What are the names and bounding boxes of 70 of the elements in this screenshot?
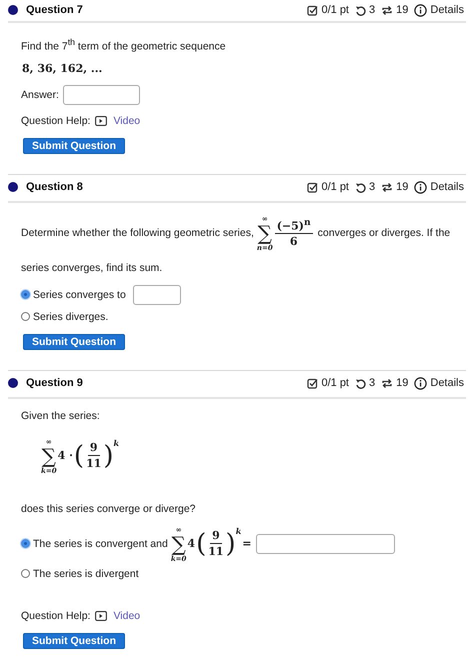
score-text: 0/1 pt [321, 377, 349, 389]
checkbox-check-icon [307, 378, 318, 388]
question-text: Determine whether the following geometric series, [21, 226, 254, 240]
attempts-count: 19 [396, 377, 408, 389]
parenthesis: ) [226, 530, 236, 556]
question-text: series converges, find its sum. [21, 260, 162, 274]
details-link[interactable]: Details [430, 4, 464, 16]
undo-icon [355, 4, 366, 16]
answer-field[interactable] [62, 84, 140, 104]
status-dot-icon [8, 182, 18, 192]
status-dot-icon [8, 378, 18, 388]
option-label[interactable]: Series converges to [33, 288, 126, 300]
option-label[interactable]: Series diverges. [33, 310, 108, 322]
question-text: Find the 7$^{th}$ term of the geometric sequence [21, 36, 226, 54]
math-expression: = [241, 537, 252, 550]
retries-count: 3 [369, 181, 376, 193]
repeat-icon [381, 378, 394, 388]
help-label: Question Help: [21, 610, 90, 622]
radio-button[interactable] [21, 569, 30, 578]
question-text: does this series converge or diverge? [21, 502, 196, 516]
parenthesis: ( [196, 530, 206, 556]
repeat-icon [381, 4, 394, 16]
status-dot-icon [8, 5, 18, 15]
score-text: 0/1 pt [321, 181, 349, 193]
fraction: 9 11 [86, 441, 102, 470]
attempts-count: 19 [396, 181, 408, 193]
option-label[interactable]: The series is convergent and [33, 538, 168, 550]
fraction: 9 11 [208, 529, 224, 558]
play-icon [95, 116, 108, 126]
math-expression: 4 · [56, 449, 74, 462]
question-title: Question 9 [26, 377, 83, 389]
info-icon [414, 376, 428, 390]
undo-icon [355, 378, 366, 388]
video-link[interactable]: Video [113, 114, 140, 126]
answer-label: Answer: [21, 88, 59, 100]
math-expression: 8, 36, 162, ... [21, 62, 104, 74]
details-link[interactable]: Details [430, 377, 464, 389]
radio-button[interactable] [21, 312, 30, 321]
radio-button[interactable] [21, 539, 30, 548]
math-expression: 4 [186, 537, 196, 550]
submit-button[interactable]: Submit Question [23, 334, 125, 350]
exponent: k [114, 438, 120, 448]
parenthesis: ) [103, 442, 114, 468]
submit-button[interactable]: Submit Question [23, 138, 125, 154]
radio-button[interactable] [21, 290, 30, 299]
undo-icon [355, 182, 366, 192]
fraction: (−5)$^{n}$ 6 [274, 216, 313, 248]
attempts-count: 19 [396, 4, 408, 16]
help-label: Question Help: [21, 114, 90, 126]
question-text: Given the series: [21, 408, 100, 422]
answer-field[interactable] [132, 284, 181, 304]
answer-field[interactable] [256, 534, 396, 554]
question-title: Question 8 [26, 181, 83, 193]
retries-count: 3 [369, 377, 376, 389]
info-icon [414, 180, 428, 194]
info-icon [414, 4, 428, 16]
parenthesis: ( [74, 442, 84, 468]
retries-count: 3 [369, 4, 376, 16]
exponent: k [236, 526, 242, 536]
question-text: converges or diverges. If the [318, 226, 450, 240]
submit-button[interactable]: Submit Question [23, 632, 125, 648]
checkbox-check-icon [307, 4, 318, 16]
question-title: Question 7 [26, 4, 83, 16]
details-link[interactable]: Details [430, 181, 464, 193]
repeat-icon [381, 182, 394, 192]
video-link[interactable]: Video [113, 610, 140, 622]
play-icon [95, 610, 108, 620]
checkbox-check-icon [307, 182, 318, 192]
score-text: 0/1 pt [321, 4, 349, 16]
option-label[interactable]: The series is divergent [33, 568, 139, 580]
